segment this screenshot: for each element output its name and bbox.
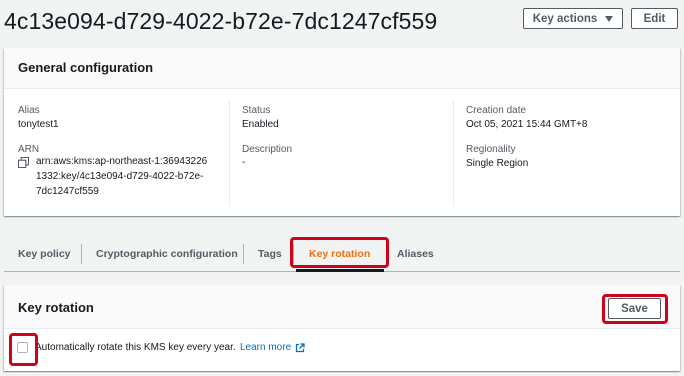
column-divider: [453, 100, 454, 206]
key-actions-button[interactable]: Key actions: [523, 8, 623, 29]
tab-separator: [293, 244, 294, 264]
auto-rotate-checkbox[interactable]: [17, 342, 28, 353]
edit-button[interactable]: Edit: [631, 8, 678, 29]
description-value: -: [242, 157, 246, 168]
tab-aliases[interactable]: Aliases: [397, 236, 434, 272]
tab-separator: [243, 244, 244, 264]
regionality-label: Regionality: [466, 144, 516, 155]
general-configuration-panel: General configuration Alias tonytest1 AR…: [4, 48, 680, 216]
regionality-value: Single Region: [466, 158, 529, 169]
active-tab-indicator: [296, 269, 384, 272]
learn-more-text: Learn more: [240, 342, 292, 353]
column-divider: [229, 100, 230, 206]
alias-label: Alias: [18, 105, 40, 116]
arn-value-line1: arn:aws:kms:ap-northeast-1:36943226: [36, 156, 208, 167]
tab-separator: [81, 244, 82, 264]
description-label: Description: [242, 144, 293, 155]
key-rotation-panel: Key rotation: [4, 285, 680, 371]
key-actions-label: Key actions: [532, 12, 598, 25]
status-value: Enabled: [242, 119, 279, 130]
status-label: Status: [242, 105, 271, 116]
tab-separator: [386, 244, 387, 264]
arn-value-line3: 7dc1247cf559: [36, 186, 99, 197]
tab-bar: Key policy Cryptographic configuration T…: [4, 236, 680, 272]
caret-down-icon: [605, 15, 614, 22]
general-configuration-header: General configuration: [4, 48, 680, 89]
key-rotation-title: Key rotation: [18, 300, 94, 315]
alias-value: tonytest1: [18, 119, 59, 130]
copy-icon[interactable]: [18, 157, 29, 168]
arn-value-line2: 1332:key/4c13e094-d729-4022-b72e-: [36, 171, 204, 182]
arn-label: ARN: [18, 144, 40, 155]
auto-rotate-label: Automatically rotate this KMS key every …: [35, 342, 236, 353]
tab-tags[interactable]: Tags: [258, 236, 282, 272]
key-rotation-header: Key rotation: [4, 285, 680, 329]
tab-cryptographic-configuration[interactable]: Cryptographic configuration: [96, 236, 238, 272]
external-link-icon: [295, 342, 305, 352]
creation-date-value: Oct 05, 2021 15:44 GMT+8: [466, 119, 588, 130]
save-button[interactable]: Save: [608, 298, 661, 319]
creation-date-label: Creation date: [466, 105, 527, 116]
tab-key-rotation[interactable]: Key rotation: [309, 236, 370, 272]
learn-more-link[interactable]: Learn more: [240, 342, 305, 353]
page-title: 4c13e094-d729-4022-b72e-7dc1247cf559: [4, 8, 438, 34]
general-configuration-title: General configuration: [18, 60, 154, 75]
tab-key-policy[interactable]: Key policy: [18, 236, 71, 272]
